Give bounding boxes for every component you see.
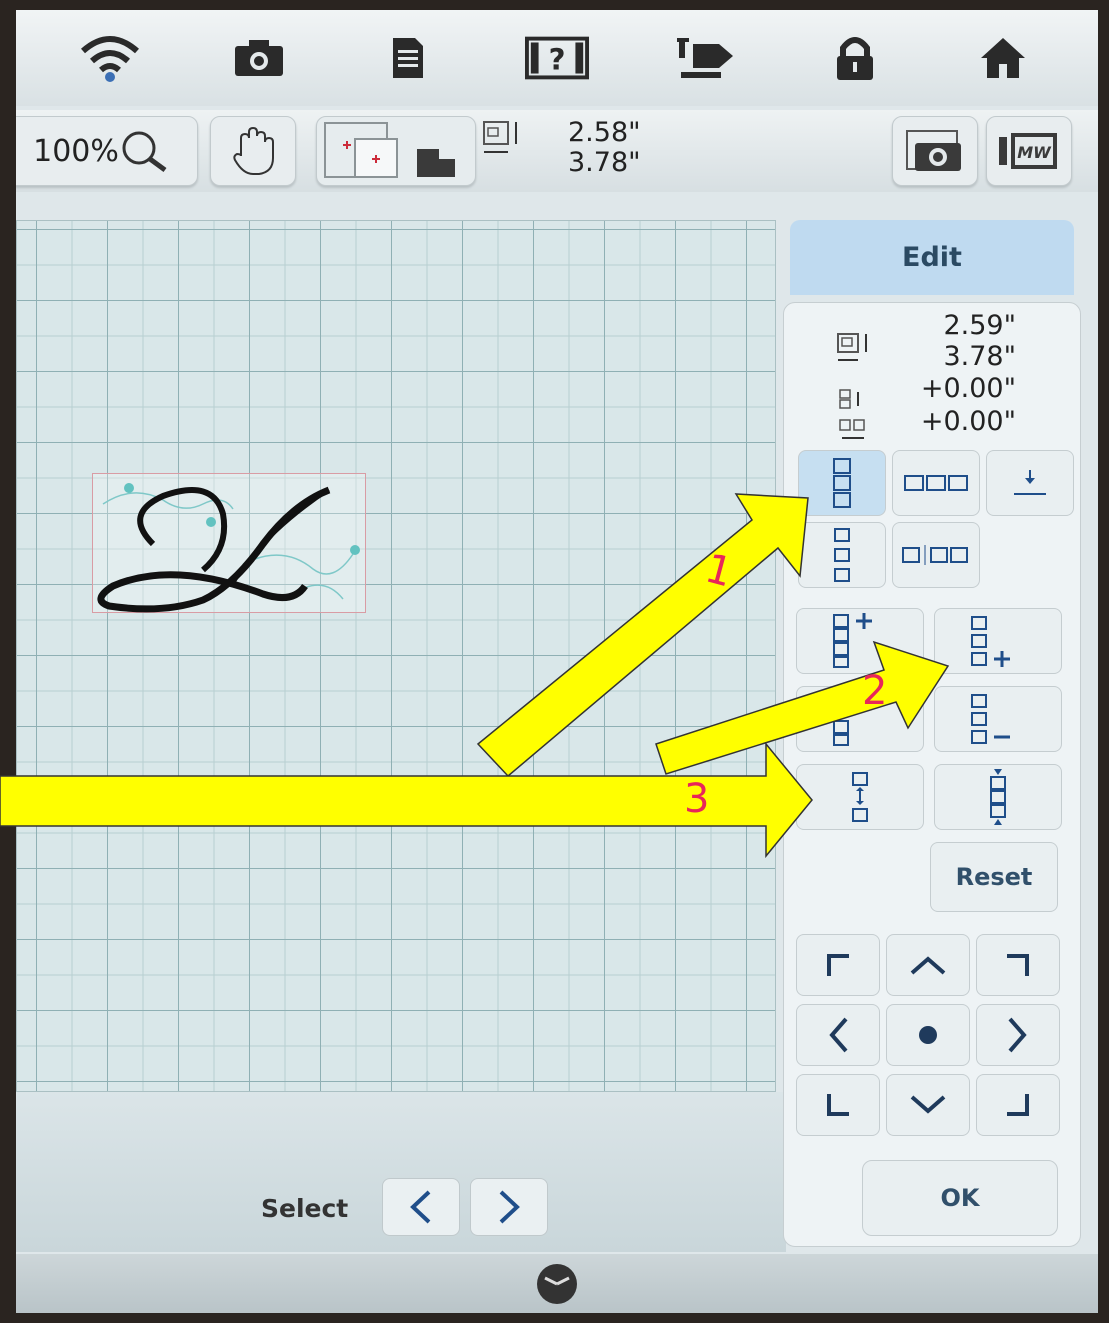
add-rows-button[interactable] <box>796 608 924 674</box>
vertical-spaced-icon <box>834 528 850 582</box>
increase-gap-button[interactable] <box>796 764 924 830</box>
reset-button[interactable]: Reset <box>930 842 1058 912</box>
horizontal-offset-icon <box>839 419 865 439</box>
corner-up-right-icon <box>1007 954 1029 976</box>
move-down-button[interactable] <box>886 1074 970 1136</box>
lock-icon[interactable] <box>823 26 887 90</box>
chevron-right-icon <box>1008 1017 1027 1053</box>
layout-align-button[interactable] <box>986 450 1074 516</box>
move-down-left-button[interactable] <box>796 1074 880 1136</box>
center-dot-icon <box>919 1026 937 1044</box>
hoop-select-button[interactable] <box>316 116 476 186</box>
down-arrow-line-icon <box>1014 470 1046 495</box>
vertical-offset-icon <box>839 389 859 409</box>
increase-gap-icon <box>852 772 868 822</box>
chevron-down-icon <box>910 1095 946 1114</box>
document-icon[interactable] <box>376 26 440 90</box>
reduce-spacing-icon <box>971 694 1010 744</box>
design-height: 3.78" <box>568 147 641 178</box>
bottom-bar <box>16 1254 1098 1313</box>
annotation-number-3: 3 <box>684 776 710 822</box>
home-icon[interactable] <box>971 26 1035 90</box>
panel-height: 3.78" <box>943 341 1016 372</box>
monogram-d-icon <box>97 483 360 613</box>
corner-down-left-icon <box>827 1094 849 1116</box>
add-spacing-icon <box>971 616 1010 667</box>
embroidery-canvas[interactable] <box>16 220 776 1092</box>
layout-horizontal-button[interactable] <box>892 450 980 516</box>
add-rows-icon <box>833 613 872 668</box>
machine-screen: ? 100% 2.58" 3.78" MW Select Edit 2.59" … <box>16 10 1098 1313</box>
camera-icon[interactable] <box>227 26 291 90</box>
remove-rows-button[interactable] <box>796 686 924 752</box>
camera-scan-button[interactable] <box>892 116 978 186</box>
move-up-button[interactable] <box>886 934 970 996</box>
chevron-right-icon <box>499 1190 520 1224</box>
move-left-button[interactable] <box>796 1004 880 1066</box>
decrease-gap-button[interactable] <box>934 764 1062 830</box>
select-label: Select <box>261 1194 349 1223</box>
horizontal-row-icon <box>904 475 968 491</box>
size-icon <box>483 121 517 153</box>
reduce-spacing-button[interactable] <box>934 686 1062 752</box>
panel-horizontal-offset: +0.00" <box>920 406 1016 437</box>
add-spacing-button[interactable] <box>934 608 1062 674</box>
tab-edit[interactable]: Edit <box>790 220 1074 295</box>
move-center-button[interactable] <box>886 1004 970 1066</box>
panel-vertical-offset: +0.00" <box>920 373 1016 404</box>
pan-button[interactable] <box>210 116 296 186</box>
size-icon <box>837 333 867 361</box>
hoop-icon <box>324 122 455 178</box>
layout-horizontal-spaced-button[interactable] <box>892 522 980 588</box>
move-up-left-button[interactable] <box>796 934 880 996</box>
zoom-button[interactable]: 100% <box>16 116 198 186</box>
ok-button[interactable]: OK <box>862 1160 1058 1236</box>
annotation-number-2: 2 <box>862 668 888 714</box>
wifi-icon[interactable] <box>78 26 142 90</box>
sewing-machine-icon[interactable] <box>674 26 738 90</box>
select-previous-button[interactable] <box>382 1178 460 1236</box>
layout-vertical-spaced-button[interactable] <box>798 522 886 588</box>
move-right-button[interactable] <box>976 1004 1060 1066</box>
photo-camera-icon <box>906 130 961 171</box>
move-down-right-button[interactable] <box>976 1074 1060 1136</box>
svg-text:MW: MW <box>1017 143 1052 162</box>
horizontal-spaced-icon <box>902 545 968 565</box>
decrease-gap-icon <box>990 769 1006 825</box>
move-up-right-button[interactable] <box>976 934 1060 996</box>
design-size-readout: 2.58" 3.78" <box>568 118 641 178</box>
vertical-stack-icon <box>833 458 851 508</box>
chevron-up-icon <box>910 956 946 975</box>
select-next-button[interactable] <box>470 1178 548 1236</box>
mw-icon: MW <box>999 133 1057 169</box>
design-monogram-d[interactable] <box>92 473 366 613</box>
corner-up-left-icon <box>827 954 849 976</box>
hand-icon <box>233 126 274 175</box>
help-icon[interactable]: ? <box>524 26 589 90</box>
chevron-left-icon <box>829 1017 848 1053</box>
design-width: 2.58" <box>568 117 641 148</box>
zoom-label: 100% <box>33 133 119 169</box>
panel-width: 2.59" <box>943 310 1016 341</box>
svg-text:?: ? <box>549 43 566 77</box>
magnifier-icon <box>122 131 167 173</box>
top-bar: ? <box>16 10 1098 106</box>
mw-button[interactable]: MW <box>986 116 1072 186</box>
clock-icon[interactable] <box>535 1262 579 1306</box>
chevron-left-icon <box>410 1190 431 1224</box>
layout-vertical-button[interactable] <box>798 450 886 516</box>
corner-down-right-icon <box>1007 1094 1029 1116</box>
